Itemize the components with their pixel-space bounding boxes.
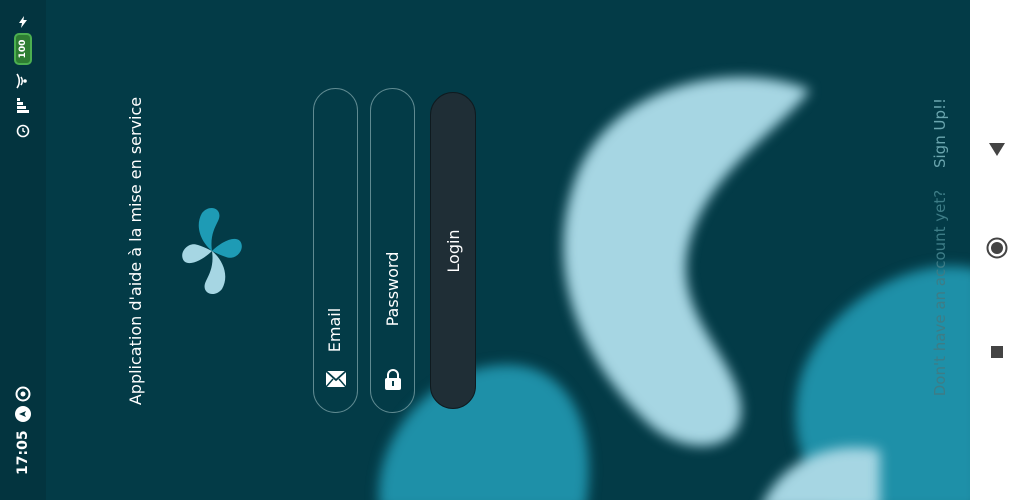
speed-icon bbox=[15, 386, 31, 402]
signup-prompt: Don't have an account yet? bbox=[931, 189, 949, 397]
lock-icon bbox=[385, 369, 401, 390]
password-placeholder: Password bbox=[383, 251, 402, 327]
status-bar: 17:05 100 bbox=[0, 0, 46, 500]
alarm-icon bbox=[16, 124, 30, 138]
back-triangle-icon[interactable] bbox=[987, 140, 1007, 158]
location-icon bbox=[15, 406, 31, 422]
background-blob-small bbox=[764, 447, 880, 500]
wifi-icon bbox=[16, 73, 27, 89]
navigation-bar bbox=[970, 0, 1024, 500]
status-time: 17:05 bbox=[15, 430, 31, 475]
signal-icon bbox=[17, 98, 29, 113]
envelope-icon bbox=[325, 370, 347, 388]
login-button-label: Login bbox=[444, 229, 463, 273]
login-button[interactable]: Login bbox=[430, 92, 476, 409]
home-circle-icon[interactable] bbox=[986, 237, 1008, 259]
battery-icon: 100 bbox=[14, 33, 32, 65]
battery-level: 100 bbox=[18, 39, 28, 59]
signup-link[interactable]: Sign Up!! bbox=[931, 90, 949, 176]
app-title: Application d'aide à la mise en service bbox=[126, 96, 145, 406]
email-placeholder: Email bbox=[325, 307, 344, 353]
charging-icon bbox=[19, 16, 27, 28]
password-field[interactable]: Password bbox=[370, 88, 415, 413]
recents-square-icon[interactable] bbox=[990, 345, 1004, 359]
pinwheel-logo bbox=[182, 207, 242, 295]
email-field[interactable]: Email bbox=[313, 88, 358, 413]
app-screen: 17:05 100 Application d'aide à la mise e… bbox=[0, 0, 970, 500]
